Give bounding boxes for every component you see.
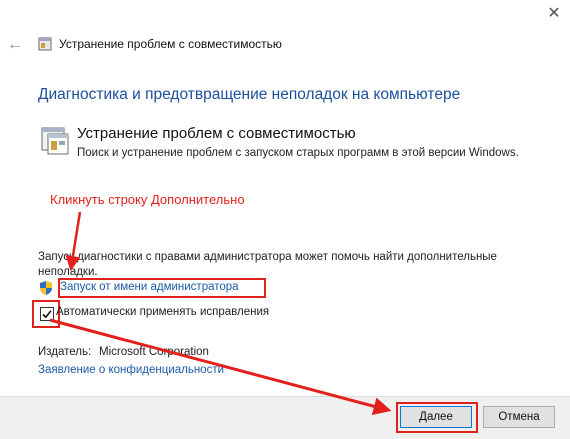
troubleshooter-icon <box>38 37 52 51</box>
auto-fix-label[interactable]: Автоматически применять исправления <box>56 306 269 318</box>
publisher-label: Издатель: <box>38 346 92 358</box>
admin-info-text: Запуск диагностики с правами администрат… <box>38 251 497 278</box>
annotation-box-admin <box>58 278 266 298</box>
annotation-box-next <box>396 402 478 433</box>
annotation-note: Кликнуть строку Дополнительно <box>50 192 245 207</box>
window-title: Устранение проблем с совместимостью <box>59 37 282 51</box>
page-heading: Диагностика и предотвращение неполадок н… <box>38 86 461 103</box>
troubleshooter-tool-icon <box>41 127 69 155</box>
privacy-statement-link[interactable]: Заявление о конфиденциальности <box>38 364 224 376</box>
title-bar <box>0 0 570 60</box>
publisher-value: Microsoft Corporation <box>99 346 209 358</box>
tool-name[interactable]: Устранение проблем с совместимостью <box>77 125 356 142</box>
uac-shield-icon <box>40 281 52 295</box>
cancel-button[interactable]: Отмена <box>483 406 555 428</box>
tool-description: Поиск и устранение проблем с запуском ст… <box>77 147 519 159</box>
close-icon[interactable]: ✕ <box>545 5 563 23</box>
back-arrow-icon[interactable]: ← <box>6 36 24 54</box>
